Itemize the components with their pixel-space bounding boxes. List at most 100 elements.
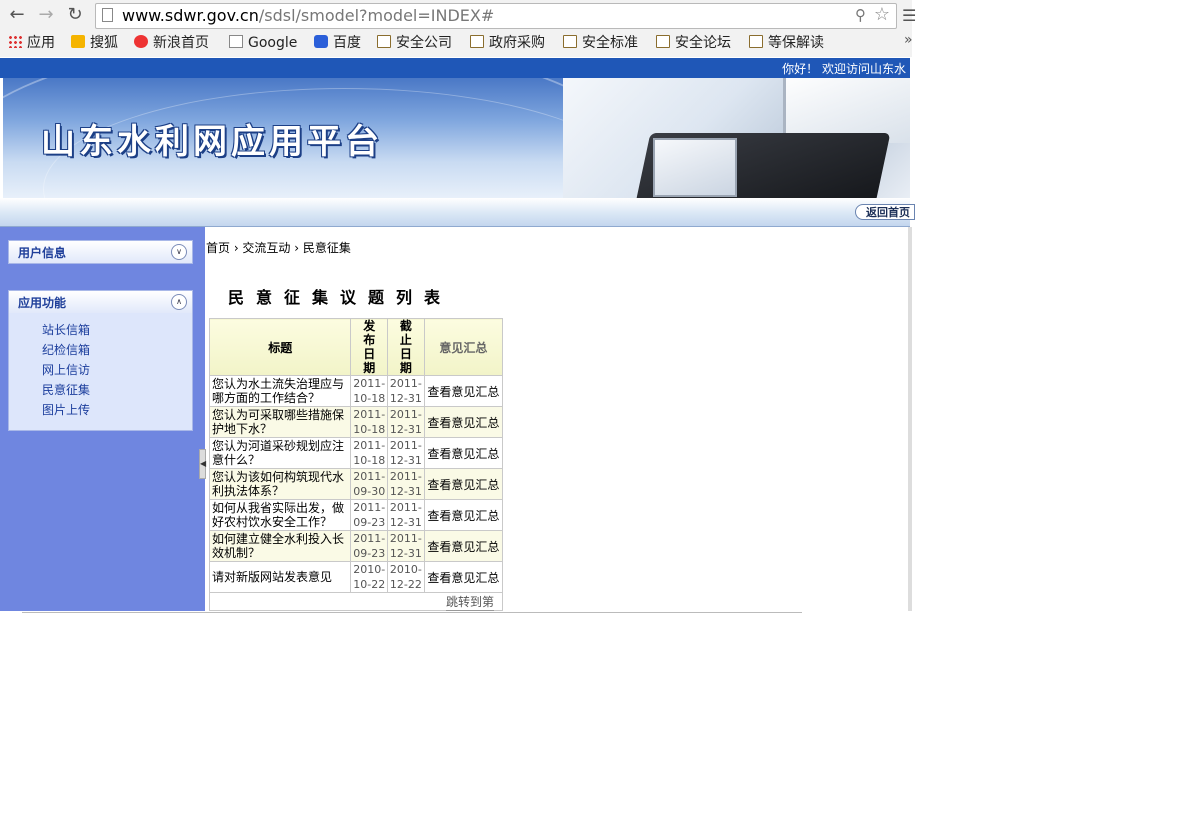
user-info-panel-header[interactable]: 用户信息 ∨ [8, 240, 193, 264]
topic-title[interactable]: 您认为水土流失治理应与哪方面的工作结合？ [208, 375, 352, 407]
sidebar-item-online-petition[interactable]: 网上信访 [42, 361, 90, 378]
sina-icon [134, 35, 148, 48]
chevron-down-icon[interactable]: ∨ [171, 244, 187, 260]
bookmarks-overflow-icon[interactable]: » [904, 32, 913, 48]
view-summary-link[interactable]: 查看意见汇总 [423, 499, 504, 531]
folder-icon [563, 35, 577, 48]
deadline-date: 2011-12-31 [387, 375, 425, 407]
browser-toolbar: ← → ↻ www.sdwr.gov.cn/sdsl/smodel?model=… [0, 0, 916, 30]
opinion-topics-table: 标题 发布日期 截止日期 意见汇总 您认为水土流失治理应与哪方面的工作结合？ 2… [208, 318, 504, 593]
sub-nav-bar: 返回首页 [0, 198, 915, 227]
sidebar-item-discipline-mailbox[interactable]: 纪检信箱 [42, 341, 90, 358]
col-publish-header: 发布日期 [350, 318, 389, 376]
view-summary-link[interactable]: 查看意见汇总 [423, 437, 504, 469]
deadline-date: 2010-12-22 [387, 561, 425, 593]
banner-title: 山东水利网应用平台 [41, 122, 383, 162]
apps-icon [8, 35, 22, 48]
publish-date: 2011-10-18 [350, 375, 389, 407]
sidebar-item-public-opinion[interactable]: 民意征集 [42, 381, 90, 398]
view-summary-link[interactable]: 查看意见汇总 [423, 406, 504, 438]
view-summary-link[interactable]: 查看意见汇总 [423, 530, 504, 562]
folder-icon [749, 35, 763, 48]
deadline-date: 2011-12-31 [387, 468, 425, 500]
user-info-label: 用户信息 [18, 246, 67, 260]
browser-chrome: ← → ↻ www.sdwr.gov.cn/sdsl/smodel?model=… [0, 0, 916, 57]
key-icon[interactable]: ⚲ [855, 6, 866, 24]
forward-icon[interactable]: → [35, 4, 57, 26]
page-title: 民意征集议题列表 [228, 288, 453, 307]
deadline-date: 2011-12-31 [387, 437, 425, 469]
table-header-row: 标题 发布日期 截止日期 意见汇总 [208, 318, 504, 376]
topic-title[interactable]: 您认为可采取哪些措施保护地下水？ [208, 406, 352, 438]
col-title-header: 标题 [208, 318, 352, 376]
pager: 跳转到第 [209, 592, 503, 611]
app-functions-label: 应用功能 [18, 296, 67, 310]
jump-to-page[interactable]: 跳转到第 [445, 593, 494, 611]
deadline-date: 2011-12-31 [387, 499, 425, 531]
table-row: 您认为水土流失治理应与哪方面的工作结合？ 2011-10-18 2011-12-… [208, 375, 504, 407]
address-url[interactable]: www.sdwr.gov.cn/sdsl/smodel?model=INDEX# [122, 6, 494, 26]
site-banner: 山东水利网应用平台 [3, 78, 910, 198]
bookmark-sina[interactable]: 新浪首页 [134, 33, 209, 53]
divider [22, 612, 802, 613]
breadcrumb: 首页 › 交流互动 › 民意征集 [206, 241, 351, 255]
col-summary-header: 意见汇总 [423, 318, 504, 376]
table-row: 您认为该如何构筑现代水利执法体系？ 2011-09-30 2011-12-31 … [208, 468, 504, 500]
publish-date: 2011-09-30 [350, 468, 389, 500]
topic-title[interactable]: 如何建立健全水利投入长效机制？ [208, 530, 352, 562]
scrollbar[interactable] [908, 227, 912, 611]
bookmark-star-icon[interactable]: ☆ [874, 4, 890, 25]
deadline-date: 2011-12-31 [387, 406, 425, 438]
welcome-text: 你好！ 欢迎访问山东水 [782, 62, 906, 76]
topic-title[interactable]: 您认为河道采砂规划应注意什么？ [208, 437, 352, 469]
deadline-date: 2011-12-31 [387, 530, 425, 562]
folder-icon [470, 35, 484, 48]
table-row: 如何从我省实际出发，做好农村饮水安全工作？ 2011-09-23 2011-12… [208, 499, 504, 531]
bookmark-apps[interactable]: 应用 [8, 33, 55, 53]
col-deadline-header: 截止日期 [387, 318, 425, 376]
publish-date: 2011-09-23 [350, 499, 389, 531]
page-icon [229, 35, 243, 48]
app-functions-list: 站长信箱 纪检信箱 网上信访 民意征集 图片上传 [8, 313, 193, 431]
bookmark-sohu[interactable]: 搜狐 [71, 33, 118, 53]
address-bar[interactable]: www.sdwr.gov.cn/sdsl/smodel?model=INDEX#… [95, 3, 897, 29]
bookmark-folder-2[interactable]: 政府采购 [470, 33, 545, 53]
sidebar-item-webmaster-mailbox[interactable]: 站长信箱 [42, 321, 90, 338]
sidebar: 用户信息 ∨ 应用功能 ∧ 站长信箱 纪检信箱 网上信访 民意征集 图片上传 [0, 227, 205, 611]
publish-date: 2011-09-23 [350, 530, 389, 562]
folder-icon [656, 35, 670, 48]
table-row: 您认为河道采砂规划应注意什么？ 2011-10-18 2011-12-31 查看… [208, 437, 504, 469]
table-row: 如何建立健全水利投入长效机制？ 2011-09-23 2011-12-31 查看… [208, 530, 504, 562]
page-icon [102, 8, 113, 22]
chevron-up-icon[interactable]: ∧ [171, 294, 187, 310]
publish-date: 2011-10-18 [350, 437, 389, 469]
folder-icon [377, 35, 391, 48]
bookmark-folder-3[interactable]: 安全标准 [563, 33, 638, 53]
baidu-icon [314, 35, 328, 48]
publish-date: 2010-10-22 [350, 561, 389, 593]
topic-title[interactable]: 您认为该如何构筑现代水利执法体系？ [208, 468, 352, 500]
bookmark-google[interactable]: Google [229, 33, 297, 53]
table-row: 您认为可采取哪些措施保护地下水？ 2011-10-18 2011-12-31 查… [208, 406, 504, 438]
bookmark-folder-4[interactable]: 安全论坛 [656, 33, 731, 53]
back-icon[interactable]: ← [6, 4, 28, 26]
app-functions-panel-header[interactable]: 应用功能 ∧ [8, 290, 193, 314]
sohu-icon [71, 35, 85, 48]
collapse-sidebar-handle[interactable]: ◀ [199, 449, 206, 479]
bookmark-folder-5[interactable]: 等保解读 [749, 33, 824, 53]
view-summary-link[interactable]: 查看意见汇总 [423, 561, 504, 593]
bookmarks-bar: 应用 搜狐 新浪首页 Google 百度 安全公司 政府采购 安全标准 安全论坛… [0, 30, 912, 56]
return-home-button[interactable]: 返回首页 [855, 204, 915, 220]
view-summary-link[interactable]: 查看意见汇总 [423, 375, 504, 407]
topic-title[interactable]: 如何从我省实际出发，做好农村饮水安全工作？ [208, 499, 352, 531]
menu-icon[interactable]: ☰ [902, 6, 916, 25]
topic-title[interactable]: 请对新版网站发表意见 [208, 561, 352, 593]
bookmark-baidu[interactable]: 百度 [314, 33, 361, 53]
sidebar-item-image-upload[interactable]: 图片上传 [42, 401, 90, 418]
table-row: 请对新版网站发表意见 2010-10-22 2010-12-22 查看意见汇总 [208, 561, 504, 593]
view-summary-link[interactable]: 查看意见汇总 [423, 468, 504, 500]
reload-icon[interactable]: ↻ [64, 4, 86, 26]
bookmark-folder-1[interactable]: 安全公司 [377, 33, 452, 53]
top-bar: 你好！ 欢迎访问山东水 [0, 58, 910, 78]
publish-date: 2011-10-18 [350, 406, 389, 438]
